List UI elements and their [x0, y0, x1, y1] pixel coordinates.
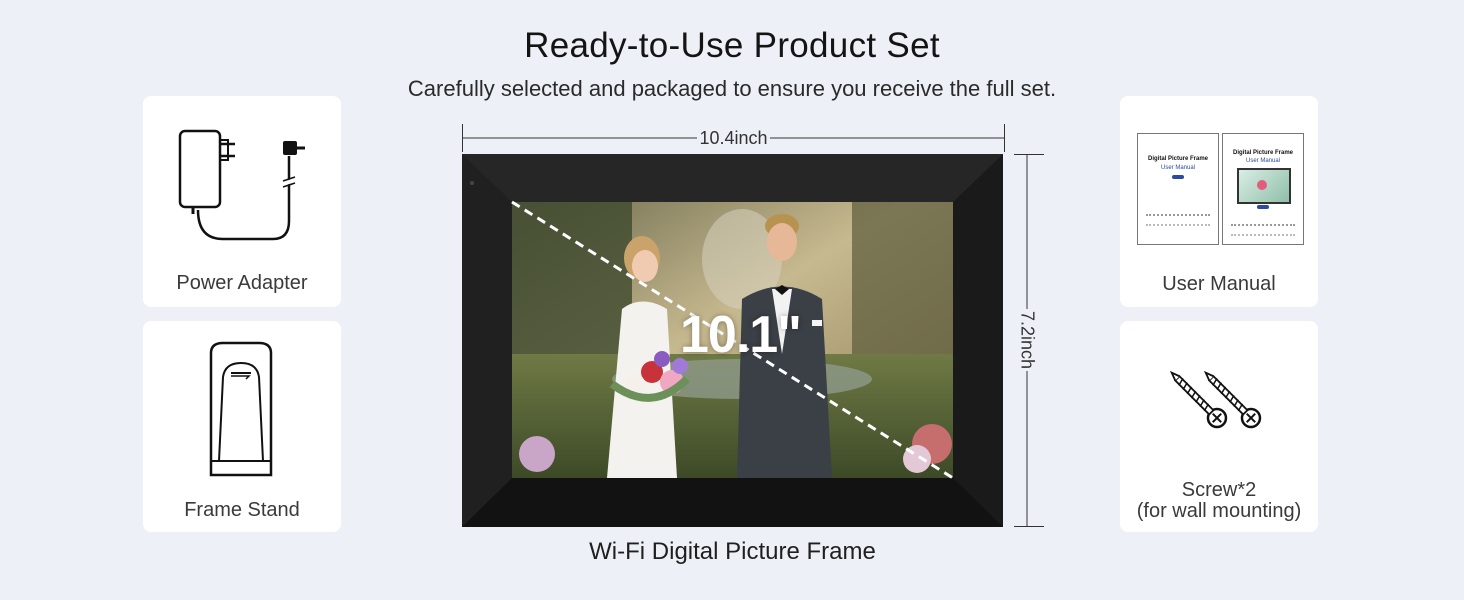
manual-right-text — [1231, 224, 1295, 236]
height-dimension: 7.2inch — [1006, 154, 1046, 527]
screw-sublabel: (for wall mounting) — [1136, 500, 1302, 522]
screw-label: Screw*2 — [1181, 479, 1257, 501]
manual-left-subtitle: User Manual — [1160, 165, 1195, 171]
manual-right-title: Digital Picture Frame — [1232, 150, 1294, 156]
frame-stand-icon — [209, 341, 273, 477]
manual-frame-image — [1237, 168, 1291, 204]
diagonal-size-label: 10.1" — [680, 306, 802, 364]
manual-right-badge — [1257, 205, 1269, 209]
page-title: Ready-to-Use Product Set — [524, 26, 940, 65]
product-name: Wi-Fi Digital Picture Frame — [589, 538, 876, 565]
frame-stand-label: Frame Stand — [184, 499, 300, 521]
power-adapter-label: Power Adapter — [176, 272, 308, 294]
user-manual-label: User Manual — [1162, 273, 1276, 295]
manual-right-subtitle: User Manual — [1245, 158, 1280, 164]
height-label: 7.2inch — [1016, 308, 1038, 372]
width-dimension: 10.4inch — [462, 124, 1005, 152]
manual-page-right: Digital Picture Frame User Manual — [1222, 133, 1304, 245]
manual-left-title: Digital Picture Frame — [1147, 156, 1209, 162]
power-adapter-icon — [178, 129, 305, 241]
screw-card: Screw*2 (for wall mounting) — [1120, 321, 1318, 532]
manual-left-text — [1146, 214, 1210, 226]
power-adapter-card: Power Adapter — [143, 96, 341, 307]
screw-icon — [1169, 370, 1262, 429]
user-manual-card: Digital Picture Frame User Manual Digita… — [1120, 96, 1318, 307]
manual-left-badge — [1172, 175, 1184, 179]
frame-stand-card: Frame Stand — [143, 321, 341, 532]
manual-page-left: Digital Picture Frame User Manual — [1137, 133, 1219, 245]
width-label: 10.4inch — [697, 128, 770, 148]
